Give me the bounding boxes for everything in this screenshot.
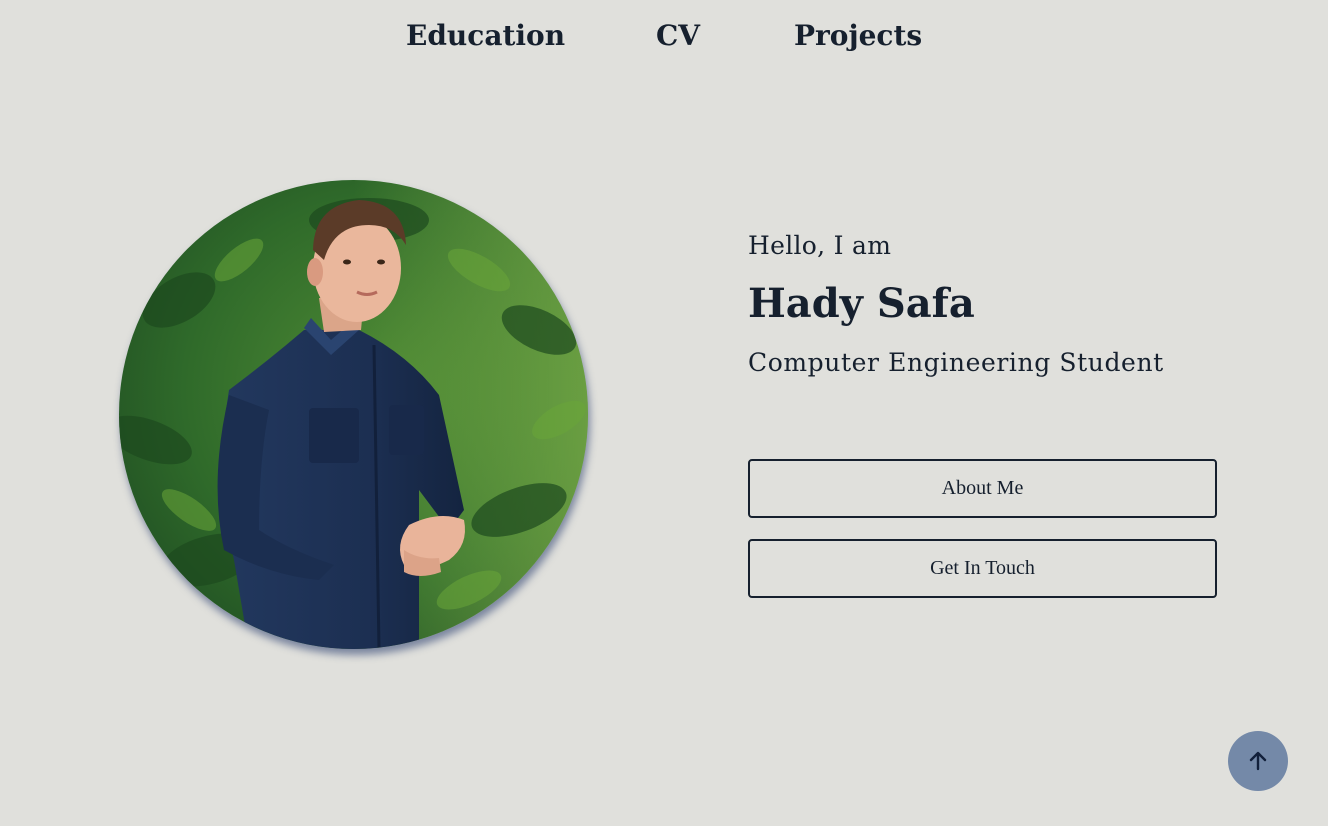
nav-link-education[interactable]: Education xyxy=(406,17,565,55)
nav-link-projects[interactable]: Projects xyxy=(794,17,922,55)
arrow-up-icon xyxy=(1249,751,1267,771)
get-in-touch-button[interactable]: Get In Touch xyxy=(748,539,1217,598)
about-me-button[interactable]: About Me xyxy=(748,459,1217,518)
scroll-to-top-button[interactable] xyxy=(1228,731,1288,791)
profile-photo xyxy=(119,180,588,649)
nav-link-cv[interactable]: CV xyxy=(656,17,700,55)
greeting-text: Hello, I am xyxy=(748,231,892,260)
main-nav: Education CV Projects xyxy=(0,17,1328,57)
profile-photo-illustration xyxy=(119,180,588,649)
profile-role: Computer Engineering Student xyxy=(748,348,1164,377)
profile-name: Hady Safa xyxy=(748,280,975,327)
